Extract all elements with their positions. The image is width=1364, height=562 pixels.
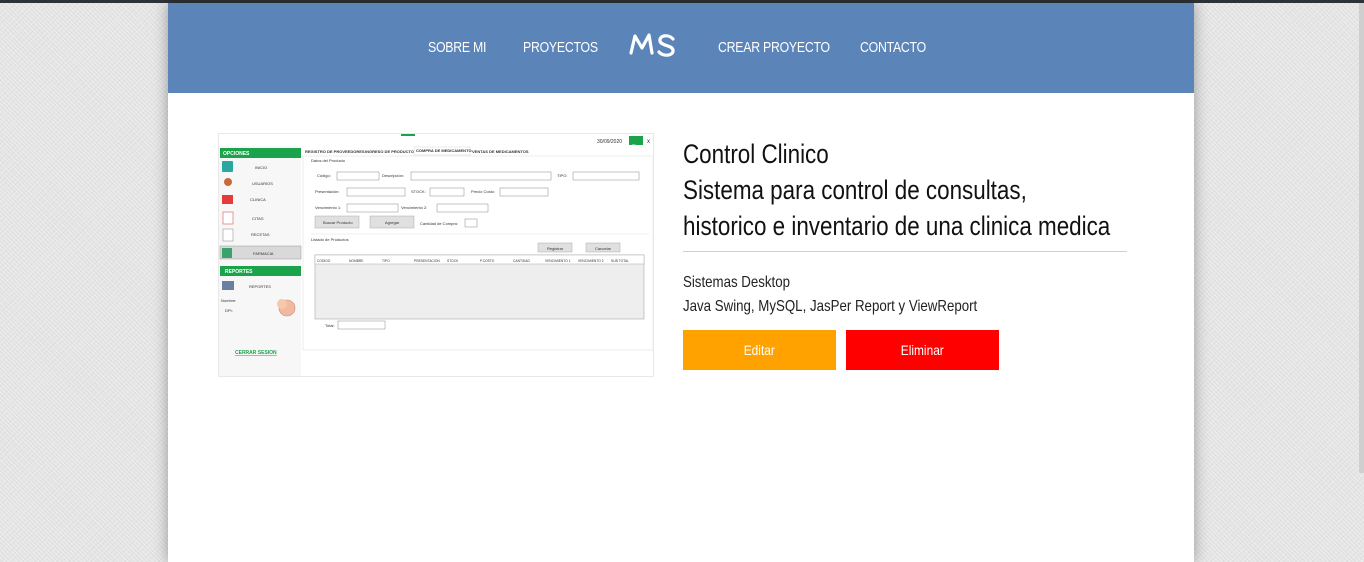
svg-text:CODIGO: CODIGO [317, 259, 331, 263]
svg-text:STOCK: STOCK [447, 259, 459, 263]
svg-text:INICIO: INICIO [255, 165, 267, 170]
app-user-dpi-label: DPI: [225, 308, 233, 313]
svg-text:Vencimiento 2:: Vencimiento 2: [401, 205, 427, 210]
project-title: Control Clinico Sistema para control de … [683, 136, 1128, 244]
svg-text:CLINICA: CLINICA [250, 197, 266, 202]
edit-button-label: Editar [743, 342, 776, 358]
app-user-name-label: Nombre: [221, 298, 236, 303]
app-reports-item: REPORTES [249, 284, 271, 289]
logo-mark [629, 33, 675, 57]
svg-text:x: x [647, 139, 650, 145]
app-add-button: Agregar [385, 220, 400, 225]
svg-text:TIPO:: TIPO: [557, 173, 567, 178]
svg-text:USUARIOS: USUARIOS [252, 181, 273, 186]
app-list-section: Listado de Productos [311, 237, 349, 242]
edit-button[interactable]: Editar [683, 330, 836, 370]
project-title-line-1: Control Clinico [683, 139, 829, 169]
svg-text:Vencimiento 1:: Vencimiento 1: [315, 205, 341, 210]
svg-text:CITAS: CITAS [252, 216, 264, 221]
page-container: SOBRE MI PROYECTOS CREAR PROYECTO CONTAC… [168, 3, 1194, 562]
app-reports-header: REPORTES [225, 269, 253, 275]
svg-text:_: _ [631, 139, 636, 145]
svg-text:NOMBRE: NOMBRE [349, 259, 364, 263]
svg-text:Presentación:: Presentación: [315, 189, 339, 194]
project-title-line-3: historico e inventario de una clinica me… [683, 211, 1111, 241]
project-category: Sistemas Desktop [683, 274, 791, 291]
delete-button-label: Eliminar [900, 342, 944, 358]
logo-ms[interactable] [628, 27, 680, 61]
app-tab: VENTAS DE MEDICAMENTOS [472, 149, 529, 154]
app-sidebar-header: OPCIONES [223, 151, 250, 157]
app-search-button: Buscar Producto [323, 220, 353, 225]
svg-text:TIPO: TIPO [382, 259, 390, 263]
nav-proyectos[interactable]: PROYECTOS [523, 39, 598, 56]
project-screenshot: 30/09/2020 _ x REGISTRO DE PROVEEDORES I… [218, 133, 654, 377]
project-title-line-2: Sistema para control de consultas, [683, 175, 1027, 205]
svg-text:P.COSTO: P.COSTO [480, 259, 495, 263]
svg-text:STOCK:: STOCK: [411, 189, 426, 194]
app-total-label: Total: [325, 323, 335, 328]
svg-text:VENCIMIENTO 1: VENCIMIENTO 1 [545, 259, 571, 263]
title-divider [683, 251, 1127, 252]
nav-crear-proyecto[interactable]: CREAR PROYECTO [718, 39, 830, 56]
svg-text:CANTIDAD: CANTIDAD [513, 259, 530, 263]
nav-contacto[interactable]: CONTACTO [860, 39, 926, 56]
app-cancel-button: Cancelar [595, 246, 612, 251]
svg-text:RECETAS: RECETAS [251, 232, 270, 237]
project-meta: Sistemas Desktop Java Swing, MySQL, JasP… [683, 271, 1123, 319]
project-technologies: Java Swing, MySQL, JasPer Report y ViewR… [683, 298, 978, 315]
svg-text:SUB TOTAL: SUB TOTAL [611, 259, 629, 263]
svg-text:VENCIMIENTO 2: VENCIMIENTO 2 [578, 259, 604, 263]
delete-button[interactable]: Eliminar [846, 330, 999, 370]
app-tab: REGISTRO DE PROVEEDORES [305, 149, 365, 154]
nav-sobre-mi[interactable]: SOBRE MI [428, 39, 486, 56]
svg-text:Descripción:: Descripción: [382, 173, 404, 178]
app-tab: INGRESO DE PRODUCTOS [365, 149, 417, 154]
app-logout: CERRAR SESION [235, 350, 277, 356]
page-scrollbar[interactable] [1359, 3, 1364, 473]
app-product-section: Datos del Producto [311, 158, 346, 163]
svg-text:FARMACIA: FARMACIA [253, 251, 274, 256]
app-quantity-label: Cantidad de Compra: [420, 221, 458, 226]
navbar: SOBRE MI PROYECTOS CREAR PROYECTO CONTAC… [168, 3, 1194, 93]
app-date: 30/09/2020 [597, 139, 622, 145]
app-register-button: Registrar [547, 246, 564, 251]
svg-text:Precio Costo:: Precio Costo: [471, 189, 495, 194]
svg-text:PRESENTACION: PRESENTACION [414, 259, 440, 263]
svg-text:Código:: Código: [317, 173, 331, 178]
app-screenshot-image: 30/09/2020 _ x REGISTRO DE PROVEEDORES I… [219, 134, 653, 376]
app-tab-active: COMPRA DE MEDICAMENTO [416, 148, 472, 153]
